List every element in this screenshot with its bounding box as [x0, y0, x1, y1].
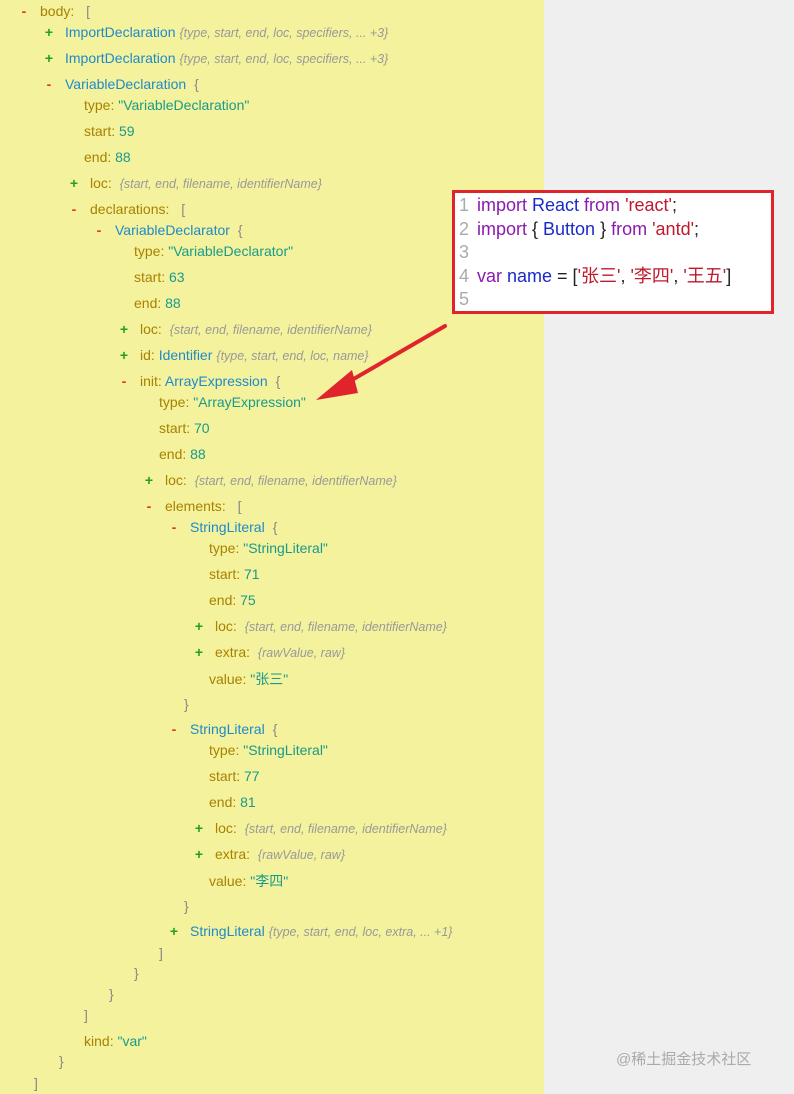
watermark: @稀土掘金技术社区	[616, 1051, 752, 1068]
arrow-icon	[316, 324, 447, 400]
